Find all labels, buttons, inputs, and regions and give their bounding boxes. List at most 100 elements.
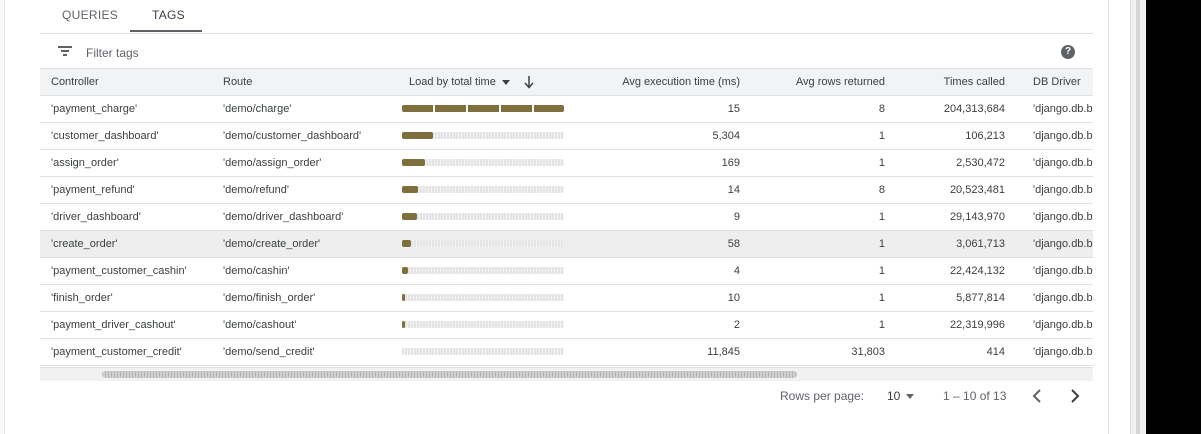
chevron-left-icon[interactable] [1028, 386, 1048, 406]
route-cell: 'demo/finish_order' [223, 292, 316, 304]
db-driver-cell: 'django.db.backends' [1033, 238, 1093, 250]
times-called-cell: 5,877,814 [956, 292, 1005, 304]
column-header-label: DB Driver [1033, 76, 1081, 88]
route-cell: 'demo/driver_dashboard' [223, 211, 344, 223]
filter-list-icon[interactable] [58, 45, 72, 57]
tags-panel: QUERIES TAGS Filter tags ? Controller Ro… [6, 0, 1109, 434]
load-bar-fill [402, 213, 417, 220]
controller-cell: 'create_order' [51, 238, 118, 250]
dark-side-panel [1146, 0, 1201, 434]
controller-cell: 'payment_driver_cashout' [51, 319, 176, 331]
times-called-cell: 29,143,970 [949, 211, 1005, 223]
table-row[interactable]: 'create_order' 'demo/create_order' 58 1 3,06… [40, 231, 1093, 258]
column-header-route[interactable]: Route [223, 69, 393, 95]
table-row[interactable]: 'payment_customer_credit' 'demo/send_cred… [40, 339, 1093, 366]
column-header-label: Avg rows returned [795, 76, 885, 88]
column-header-label: Times called [943, 76, 1005, 88]
tab-queries[interactable]: QUERIES [40, 0, 130, 32]
db-driver-cell: 'django.db.backends' [1033, 130, 1093, 142]
controller-cell: 'payment_customer_cashin' [51, 265, 187, 277]
controller-cell: 'customer_dashboard' [51, 130, 159, 142]
column-header-times-called[interactable]: Times called [900, 69, 1005, 95]
avg-rows-cell: 1 [878, 265, 885, 277]
avg-rows-cell: 1 [878, 319, 885, 331]
rows-per-page-value: 10 [887, 389, 901, 403]
filter-bar[interactable]: Filter tags ? [40, 33, 1093, 69]
load-bar [402, 348, 564, 355]
table-row[interactable]: 'payment_driver_cashout' 'demo/cashout' 2 1… [40, 312, 1093, 339]
load-bar [402, 267, 564, 274]
table-row[interactable]: 'payment_charge' 'demo/charge' 15 8 204,313,… [40, 96, 1093, 123]
db-driver-cell: 'django.db.backends' [1033, 265, 1093, 277]
load-bar-fill [402, 267, 408, 274]
filter-input[interactable]: Filter tags [86, 46, 139, 60]
scrollbar-track[interactable] [1136, 0, 1140, 434]
db-driver-cell: 'django.db.backends' [1033, 157, 1093, 169]
times-called-cell: 20,523,481 [949, 184, 1005, 196]
tags-table: Filter tags ? Controller Route Load by t… [40, 33, 1093, 383]
load-bar [402, 294, 564, 301]
column-header-label: Avg execution time (ms) [622, 76, 740, 88]
route-cell: 'demo/assign_order' [223, 157, 322, 169]
avg-exec-cell: 169 [721, 157, 740, 169]
help-icon[interactable]: ? [1061, 45, 1075, 59]
table-row[interactable]: 'finish_order' 'demo/finish_order' 10 1 5,87… [40, 285, 1093, 312]
table-row[interactable]: 'payment_customer_cashin' 'demo/cashin' 4 1… [40, 258, 1093, 285]
dropdown-arrow-icon[interactable] [501, 79, 510, 85]
column-header-label: Controller [51, 76, 99, 88]
column-header-controller[interactable]: Controller [51, 69, 211, 95]
avg-rows-cell: 1 [878, 238, 885, 250]
controller-cell: 'payment_refund' [51, 184, 135, 196]
times-called-cell: 22,319,996 [949, 319, 1005, 331]
load-bar-fill [402, 159, 425, 166]
rows-per-page-select[interactable]: 10 [887, 386, 915, 406]
scrollbar-thumb[interactable] [102, 371, 797, 378]
avg-exec-cell: 9 [733, 211, 740, 223]
load-bar-fill [402, 240, 411, 247]
column-header-avg-rows[interactable]: Avg rows returned [760, 69, 885, 95]
load-bar [402, 132, 564, 139]
load-bar-fill [402, 105, 564, 112]
avg-rows-cell: 1 [878, 292, 885, 304]
load-bar-fill [402, 186, 419, 193]
avg-exec-cell: 10 [727, 292, 740, 304]
column-header-db-driver[interactable]: DB Driver [1033, 69, 1093, 95]
avg-exec-cell: 15 [727, 103, 740, 115]
avg-exec-cell: 2 [733, 319, 740, 331]
avg-exec-cell: 11,845 [707, 346, 740, 358]
times-called-cell: 204,313,684 [943, 103, 1005, 115]
route-cell: 'demo/refund' [223, 184, 289, 196]
avg-rows-cell: 1 [878, 130, 885, 142]
vertical-scrollbar[interactable] [1130, 0, 1146, 434]
controller-cell: 'assign_order' [51, 157, 119, 169]
avg-exec-cell: 4 [733, 265, 740, 277]
controller-cell: 'payment_customer_credit' [51, 346, 182, 358]
avg-rows-cell: 8 [878, 184, 885, 196]
table-row[interactable]: 'payment_refund' 'demo/refund' 14 8 20,523,4… [40, 177, 1093, 204]
chevron-right-icon[interactable] [1064, 386, 1084, 406]
page-range: 1 – 10 of 13 [943, 389, 1007, 403]
avg-exec-cell: 58 [727, 238, 740, 250]
db-driver-cell: 'django.db.backends' [1033, 292, 1093, 304]
db-driver-cell: 'django.db.backends' [1033, 346, 1093, 358]
avg-rows-cell: 31,803 [851, 346, 885, 358]
load-bar [402, 159, 564, 166]
avg-rows-cell: 8 [878, 103, 885, 115]
column-header-avg-exec[interactable]: Avg execution time (ms) [600, 69, 740, 95]
table-row[interactable]: 'driver_dashboard' 'demo/driver_dashboard… [40, 204, 1093, 231]
db-driver-cell: 'django.db.backends' [1033, 103, 1093, 115]
times-called-cell: 2,530,472 [956, 157, 1005, 169]
column-header-load[interactable]: Load by total time [402, 69, 592, 95]
load-bar-fill [402, 132, 433, 139]
times-called-cell: 106,213 [965, 130, 1005, 142]
horizontal-scrollbar[interactable] [40, 367, 1093, 381]
column-header-label: Route [223, 76, 253, 88]
load-bar-fill [402, 294, 406, 301]
sort-descending-icon[interactable] [524, 75, 534, 89]
avg-rows-cell: 1 [878, 157, 885, 169]
table-header: Controller Route Load by total time Avg … [40, 69, 1093, 96]
table-row[interactable]: 'customer_dashboard' 'demo/customer_dashb… [40, 123, 1093, 150]
table-row[interactable]: 'assign_order' 'demo/assign_order' 169 1 2,5… [40, 150, 1093, 177]
tab-tags[interactable]: TAGS [130, 0, 202, 32]
times-called-cell: 22,424,132 [949, 265, 1005, 277]
